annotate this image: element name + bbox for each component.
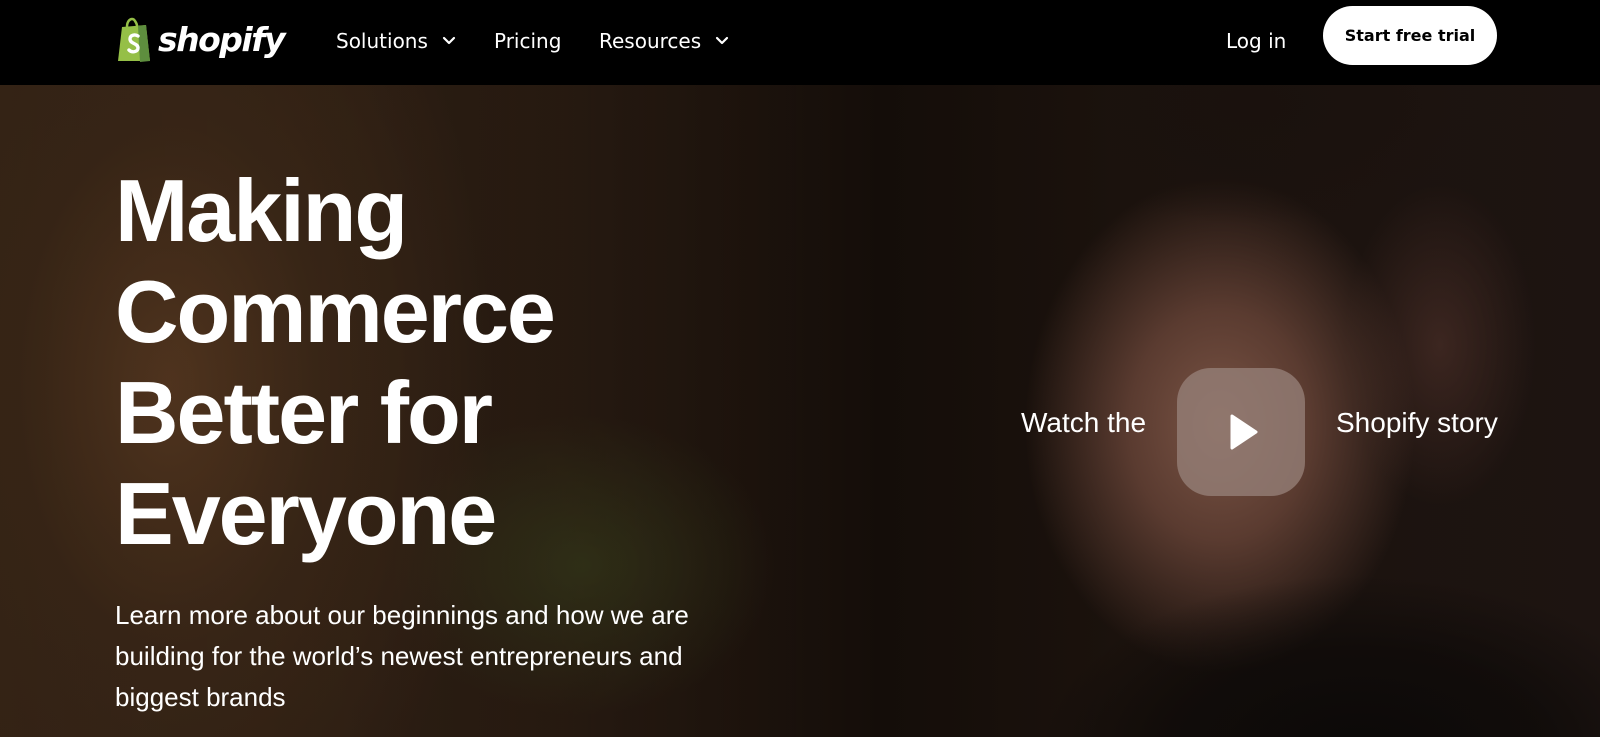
headline-line: Everyone — [115, 464, 497, 563]
headline-line: Better for — [115, 363, 493, 462]
start-free-trial-button[interactable]: Start free trial — [1323, 6, 1497, 65]
headline-line: Commerce — [115, 262, 556, 361]
play-icon — [1230, 414, 1258, 450]
hero-video-section[interactable]: Making Commerce Better for Everyone Lear… — [0, 85, 1600, 737]
nav-item-pricing[interactable]: Pricing — [494, 26, 561, 56]
nav-item-resources[interactable]: Resources — [599, 26, 729, 56]
hero-subtitle: Learn more about our beginnings and how … — [115, 600, 689, 712]
shopping-bag-logo-icon — [118, 17, 150, 62]
watch-label-right: Shopify story — [1336, 407, 1498, 438]
nav-item-label: Resources — [599, 29, 702, 53]
login-link[interactable]: Log in — [1226, 26, 1286, 56]
top-navigation: shopify Solutions Pricing Resources Log … — [0, 0, 1600, 85]
hero-headline: Making Commerce Better for Everyone — [115, 160, 815, 564]
hero-background-shadow — [1030, 555, 1600, 737]
chevron-down-icon — [716, 36, 729, 45]
nav-item-label: Solutions — [336, 29, 428, 53]
headline-line: Making — [115, 161, 408, 260]
shopify-logo[interactable]: shopify — [114, 15, 286, 63]
brand-name: shopify — [158, 19, 286, 59]
hero-background-image — [1030, 85, 1450, 235]
nav-item-solutions[interactable]: Solutions — [336, 26, 456, 56]
watch-label-left: Watch the — [1021, 407, 1147, 438]
play-video-button[interactable] — [1177, 368, 1305, 496]
nav-item-label: Pricing — [494, 29, 562, 53]
chevron-down-icon — [442, 36, 456, 45]
